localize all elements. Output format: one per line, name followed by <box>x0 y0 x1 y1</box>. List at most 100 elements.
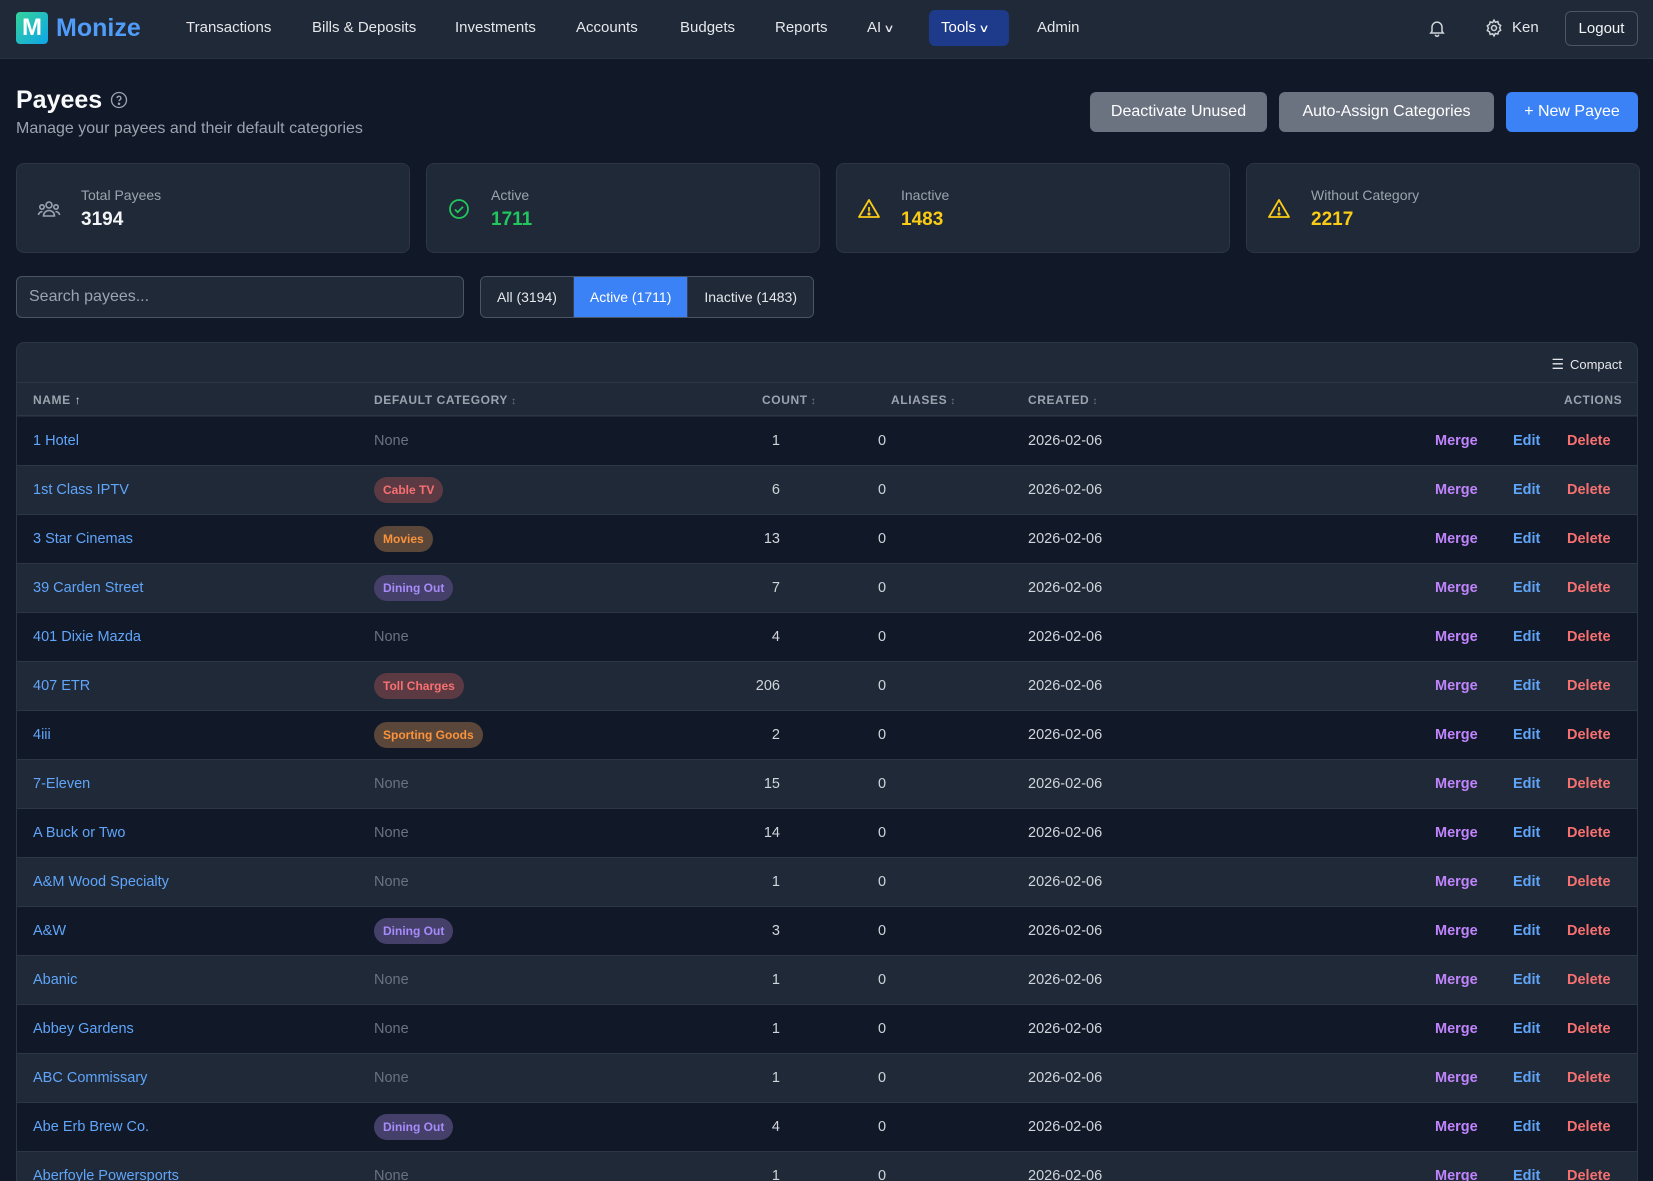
merge-button[interactable]: Merge <box>1435 1005 1478 1054</box>
col-count[interactable]: COUNT ↕ <box>762 393 816 409</box>
delete-button[interactable]: Delete <box>1567 466 1611 515</box>
col-name[interactable]: NAME ↑ <box>33 393 81 407</box>
gear-icon[interactable] <box>1484 18 1504 38</box>
nav-accounts[interactable]: Accounts <box>576 18 638 38</box>
payee-name-link[interactable]: Abe Erb Brew Co. <box>33 1103 149 1152</box>
nav-tools-menu[interactable]: Tools ∨ <box>929 10 1009 46</box>
help-icon[interactable] <box>110 91 128 109</box>
merge-button[interactable]: Merge <box>1435 417 1478 466</box>
delete-button[interactable]: Delete <box>1567 907 1611 956</box>
created-date: 2026-02-06 <box>1028 727 1103 743</box>
edit-button[interactable]: Edit <box>1513 1005 1540 1054</box>
delete-button[interactable]: Delete <box>1567 515 1611 564</box>
logo-icon[interactable]: M <box>16 12 48 44</box>
payee-name-link[interactable]: 401 Dixie Mazda <box>33 613 141 662</box>
delete-button[interactable]: Delete <box>1567 858 1611 907</box>
created-date: 2026-02-06 <box>1028 1070 1103 1086</box>
deactivate-unused-button[interactable]: Deactivate Unused <box>1090 92 1267 132</box>
merge-button[interactable]: Merge <box>1435 515 1478 564</box>
payee-name-link[interactable]: 4iii <box>33 711 51 760</box>
delete-button[interactable]: Delete <box>1567 809 1611 858</box>
nav-ai-menu[interactable]: AI ∨ <box>867 18 895 39</box>
nav-budgets[interactable]: Budgets <box>680 18 735 38</box>
col-created[interactable]: CREATED ↕ <box>1028 393 1098 409</box>
edit-button[interactable]: Edit <box>1513 417 1540 466</box>
filter-active[interactable]: Active (1711) <box>572 277 688 317</box>
payee-name-link[interactable]: 3 Star Cinemas <box>33 515 133 564</box>
edit-button[interactable]: Edit <box>1513 662 1540 711</box>
payee-name-link[interactable]: 7-Eleven <box>33 760 90 809</box>
delete-button[interactable]: Delete <box>1567 662 1611 711</box>
nav-admin[interactable]: Admin <box>1037 18 1080 38</box>
bell-icon[interactable] <box>1427 16 1447 40</box>
merge-button[interactable]: Merge <box>1435 760 1478 809</box>
merge-button[interactable]: Merge <box>1435 956 1478 1005</box>
payee-name-link[interactable]: 39 Carden Street <box>33 564 143 613</box>
delete-button[interactable]: Delete <box>1567 956 1611 1005</box>
payee-name-link[interactable]: ABC Commissary <box>33 1054 147 1103</box>
new-payee-button[interactable]: + New Payee <box>1506 92 1638 132</box>
compact-toggle[interactable]: ☰ Compact <box>1551 356 1622 373</box>
merge-button[interactable]: Merge <box>1435 858 1478 907</box>
payee-name-link[interactable]: A&M Wood Specialty <box>33 858 169 907</box>
nav-investments[interactable]: Investments <box>455 18 536 38</box>
delete-button[interactable]: Delete <box>1567 417 1611 466</box>
edit-button[interactable]: Edit <box>1513 613 1540 662</box>
auto-assign-categories-button[interactable]: Auto-Assign Categories <box>1279 92 1494 132</box>
edit-button[interactable]: Edit <box>1513 1054 1540 1103</box>
created-date: 2026-02-06 <box>1028 629 1103 645</box>
edit-button[interactable]: Edit <box>1513 858 1540 907</box>
col-actions: ACTIONS <box>1564 393 1623 407</box>
edit-button[interactable]: Edit <box>1513 907 1540 956</box>
edit-button[interactable]: Edit <box>1513 956 1540 1005</box>
payee-name-link[interactable]: A&W <box>33 907 66 956</box>
filter-inactive[interactable]: Inactive (1483) <box>687 277 813 317</box>
col-aliases[interactable]: ALIASES ↕ <box>891 393 956 409</box>
payee-name-link[interactable]: 1st Class IPTV <box>33 466 129 515</box>
default-category: None <box>374 1152 409 1181</box>
delete-button[interactable]: Delete <box>1567 1054 1611 1103</box>
filter-all[interactable]: All (3194) <box>481 277 573 317</box>
edit-button[interactable]: Edit <box>1513 1103 1540 1152</box>
payee-name-link[interactable]: Abbey Gardens <box>33 1005 134 1054</box>
nav-bills-deposits[interactable]: Bills & Deposits <box>312 18 416 38</box>
logout-button[interactable]: Logout <box>1565 11 1638 46</box>
col-category[interactable]: DEFAULT CATEGORY ↕ <box>374 393 517 409</box>
merge-button[interactable]: Merge <box>1435 613 1478 662</box>
default-category: None <box>374 956 409 1005</box>
nav-reports[interactable]: Reports <box>775 18 828 38</box>
merge-button[interactable]: Merge <box>1435 809 1478 858</box>
search-input[interactable] <box>16 276 464 318</box>
merge-button[interactable]: Merge <box>1435 1103 1478 1152</box>
merge-button[interactable]: Merge <box>1435 907 1478 956</box>
delete-button[interactable]: Delete <box>1567 1152 1611 1181</box>
merge-button[interactable]: Merge <box>1435 1152 1478 1181</box>
edit-button[interactable]: Edit <box>1513 809 1540 858</box>
delete-button[interactable]: Delete <box>1567 1005 1611 1054</box>
merge-button[interactable]: Merge <box>1435 1054 1478 1103</box>
delete-button[interactable]: Delete <box>1567 1103 1611 1152</box>
edit-button[interactable]: Edit <box>1513 564 1540 613</box>
edit-button[interactable]: Edit <box>1513 1152 1540 1181</box>
payee-name-link[interactable]: 1 Hotel <box>33 417 79 466</box>
delete-button[interactable]: Delete <box>1567 760 1611 809</box>
delete-button[interactable]: Delete <box>1567 564 1611 613</box>
delete-button[interactable]: Delete <box>1567 711 1611 760</box>
app-name[interactable]: Monize <box>56 12 141 44</box>
merge-button[interactable]: Merge <box>1435 564 1478 613</box>
payee-name-link[interactable]: A Buck or Two <box>33 809 125 858</box>
payee-name-link[interactable]: Aberfoyle Powersports <box>33 1152 179 1181</box>
merge-button[interactable]: Merge <box>1435 466 1478 515</box>
created-date: 2026-02-06 <box>1028 580 1103 596</box>
edit-button[interactable]: Edit <box>1513 711 1540 760</box>
merge-button[interactable]: Merge <box>1435 662 1478 711</box>
payee-name-link[interactable]: Abanic <box>33 956 77 1005</box>
user-name[interactable]: Ken <box>1512 18 1539 38</box>
edit-button[interactable]: Edit <box>1513 466 1540 515</box>
delete-button[interactable]: Delete <box>1567 613 1611 662</box>
edit-button[interactable]: Edit <box>1513 515 1540 564</box>
edit-button[interactable]: Edit <box>1513 760 1540 809</box>
nav-transactions[interactable]: Transactions <box>186 18 271 38</box>
merge-button[interactable]: Merge <box>1435 711 1478 760</box>
payee-name-link[interactable]: 407 ETR <box>33 662 90 711</box>
